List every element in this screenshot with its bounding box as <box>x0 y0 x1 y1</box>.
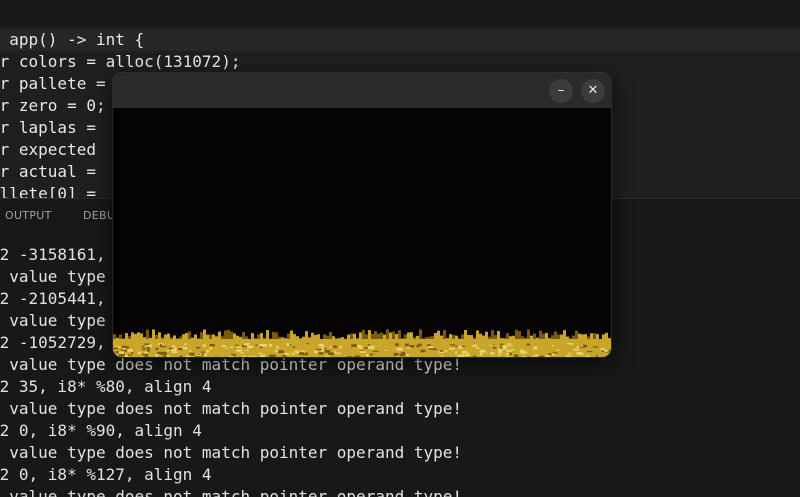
app-window[interactable]: – ✕ <box>113 73 611 357</box>
minimize-icon: – <box>558 83 565 98</box>
terminal-line: d value type does not match pointer oper… <box>0 398 462 420</box>
close-button[interactable]: ✕ <box>581 79 605 103</box>
terminal-line: 32 -3158161, <box>0 244 106 266</box>
code-line: ar zero = 0; <box>0 95 106 117</box>
code-line: ar colors = alloc(131072); <box>0 51 240 73</box>
code-line: ar expected <box>0 139 96 161</box>
minimize-button[interactable]: – <box>549 79 573 103</box>
terminal-line: 32 0, i8* %90, align 4 <box>0 420 202 442</box>
fire-effect-image <box>113 108 611 357</box>
top-bar <box>0 0 800 26</box>
terminal-line: 32 -2105441, <box>0 288 106 310</box>
terminal-line: 32 0, i8* %127, align 4 <box>0 464 212 486</box>
code-line: allete[0] = <box>0 183 106 198</box>
terminal-line: 32 -1052729, <box>0 332 106 354</box>
terminal-line: d value type <box>0 310 106 332</box>
fire-canvas <box>113 108 611 357</box>
terminal-line: d value type does not match pointer oper… <box>0 486 462 497</box>
code-line: ar actual = <box>0 161 106 183</box>
tab-debug-console[interactable]: DEBU <box>83 209 115 222</box>
close-icon: ✕ <box>588 83 599 98</box>
code-line: ar laplas = <box>0 117 106 139</box>
terminal-line: d value type does not match pointer oper… <box>0 442 462 464</box>
tab-output[interactable]: OUTPUT <box>5 209 52 222</box>
code-line: ar pallete = <box>0 73 115 95</box>
terminal-line: d value type does not match pointer oper… <box>0 354 462 376</box>
code-line: c app() -> int { <box>0 29 800 51</box>
terminal-line: d value type <box>0 266 106 288</box>
terminal-line: 32 35, i8* %80, align 4 <box>0 376 212 398</box>
window-titlebar[interactable]: – ✕ <box>113 73 611 108</box>
